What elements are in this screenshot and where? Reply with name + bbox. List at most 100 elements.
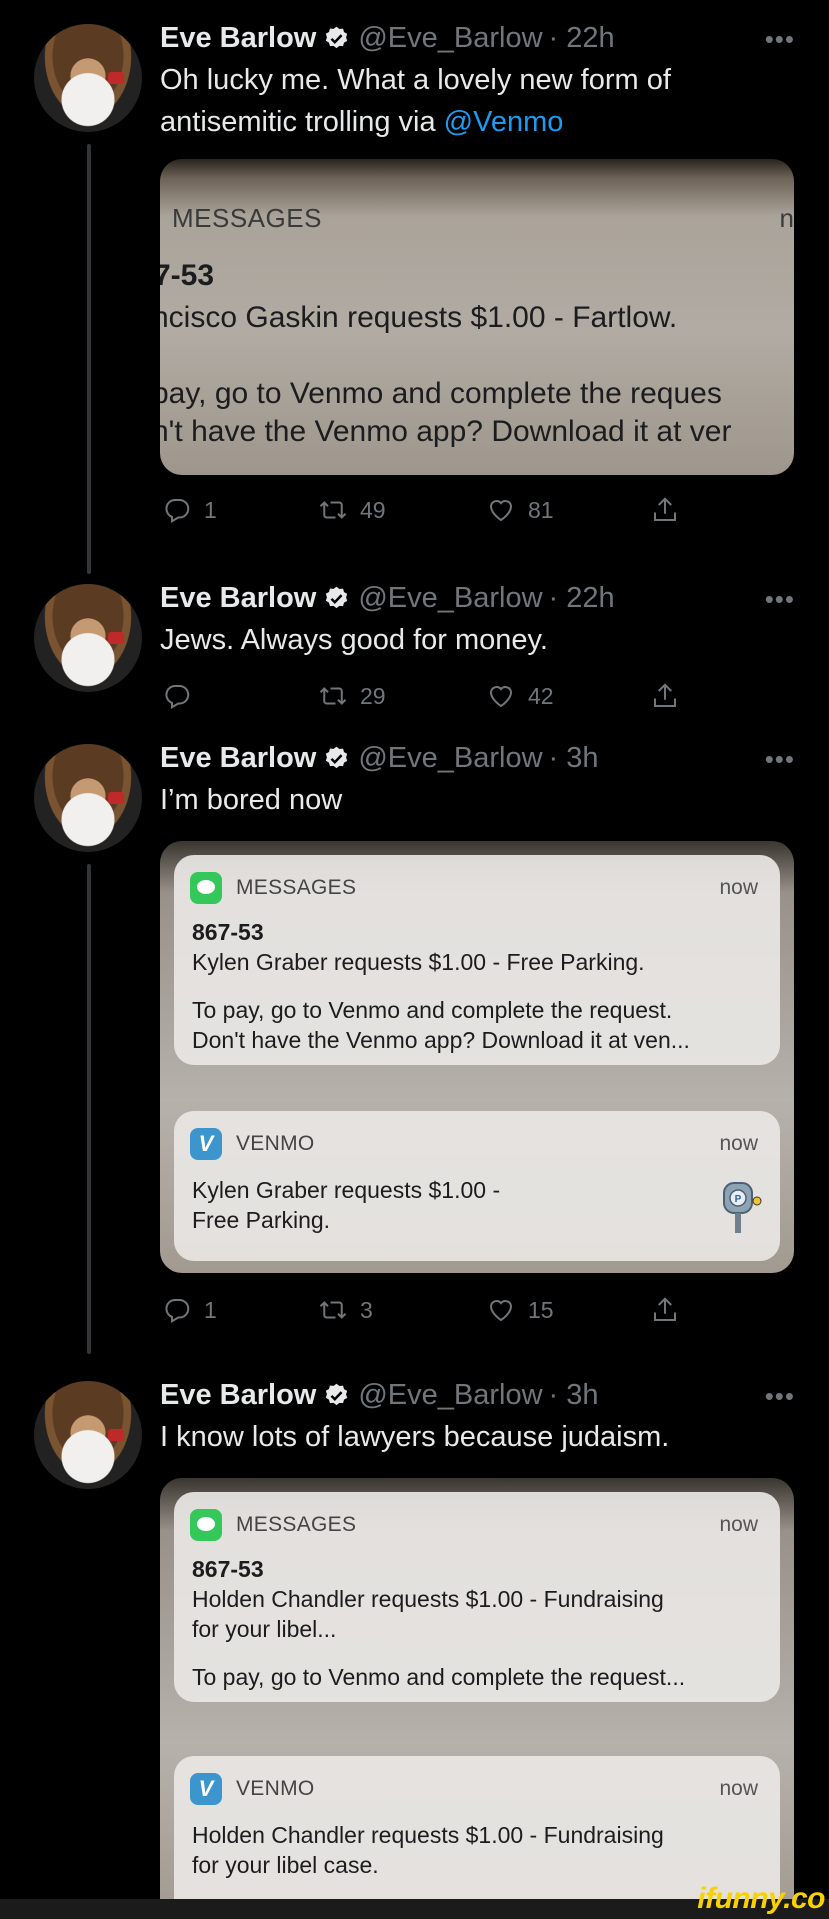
reply-button[interactable] (162, 676, 204, 716)
share-button[interactable] (650, 1290, 692, 1330)
retweet-button[interactable]: 3 (318, 1290, 373, 1330)
notification-sender: 7-53 (160, 259, 215, 292)
notification-body: 867-53 Holden Chandler requests $1.00 - … (192, 1554, 756, 1692)
venmo-notification: V VENMO now Holden Chandler requests $1.… (174, 1756, 780, 1916)
notification-line: Kylen Graber requests $1.00 - Free Parki… (192, 949, 645, 975)
reply-button[interactable]: 1 (162, 1290, 217, 1330)
avatar[interactable] (34, 1381, 142, 1489)
retweet-icon (318, 495, 348, 525)
like-count: 15 (528, 1296, 554, 1323)
like-count: 42 (528, 682, 554, 709)
notification-line: Holden Chandler requests $1.00 - Fundrai… (192, 1586, 664, 1612)
tweet-header: Eve Barlow @Eve_Barlow · 3h (160, 738, 599, 778)
share-button[interactable] (650, 490, 692, 530)
tweet-actions: 1 49 81 (160, 490, 700, 530)
tweet-header: Eve Barlow @Eve_Barlow · 22h (160, 578, 615, 618)
tweet-text: I know lots of lawyers because judaism. (160, 1421, 670, 1453)
notification-line: n't have the Venmo app? Download it at v… (160, 415, 732, 448)
tweet-media[interactable]: MESSAGES n 7-53 ncisco Gaskin requests $… (160, 159, 794, 475)
notification-line: To pay, go to Venmo and complete the req… (192, 1664, 686, 1690)
tweet-time[interactable]: · 3h (549, 1379, 599, 1412)
venmo-app-icon: V (190, 1773, 222, 1805)
notification-line: Holden Chandler requests $1.00 - Fundrai… (192, 1822, 664, 1848)
verified-badge-icon (323, 745, 350, 772)
author-handle[interactable]: @Eve_Barlow (358, 1379, 542, 1412)
tweet-text: Oh lucky me. What a lovely new form of a… (160, 59, 800, 143)
like-button[interactable]: 15 (486, 1290, 554, 1330)
retweet-button[interactable]: 29 (318, 676, 386, 716)
notification-line: for your libel... (192, 1616, 337, 1642)
notification-line: for your libel case. (192, 1852, 379, 1878)
notification-time: now (719, 1513, 758, 1536)
author-name[interactable]: Eve Barlow (160, 742, 316, 775)
notification-app-name: VENMO (236, 1777, 315, 1800)
messages-app-icon (190, 872, 222, 904)
tweet-header: Eve Barlow @Eve_Barlow · 3h (160, 1375, 599, 1415)
more-options-icon[interactable]: ••• (765, 744, 795, 775)
share-icon (650, 495, 680, 525)
retweet-count: 49 (360, 496, 386, 523)
notification-app-name: VENMO (236, 1132, 315, 1155)
author-handle[interactable]: @Eve_Barlow (358, 742, 542, 775)
tweet-actions: 1 3 15 (160, 1290, 700, 1330)
author-handle[interactable]: @Eve_Barlow (358, 22, 542, 55)
tweet-4[interactable]: Eve Barlow @Eve_Barlow · 3h ••• I know l… (0, 1357, 829, 1918)
author-name[interactable]: Eve Barlow (160, 582, 316, 615)
more-options-icon[interactable]: ••• (765, 1381, 795, 1412)
parking-meter-icon: P (723, 1182, 762, 1233)
tweet-header: Eve Barlow @Eve_Barlow · 22h (160, 18, 615, 58)
more-options-icon[interactable]: ••• (765, 24, 795, 55)
tweet-text: I’m bored now (160, 784, 343, 816)
author-name[interactable]: Eve Barlow (160, 1379, 316, 1412)
more-options-icon[interactable]: ••• (765, 584, 795, 615)
thread-line (87, 144, 91, 574)
tweet-time[interactable]: · 3h (549, 742, 599, 775)
venmo-notification: V VENMO now Kylen Graber requests $1.00 … (174, 1111, 780, 1261)
notification-app-name: MESSAGES (236, 876, 357, 899)
notification-app-name: MESSAGES (172, 203, 322, 233)
author-handle[interactable]: @Eve_Barlow (358, 582, 542, 615)
notification-body: 867-53 Kylen Graber requests $1.00 - Fre… (192, 917, 756, 1055)
avatar[interactable] (34, 744, 142, 852)
notification-body: Holden Chandler requests $1.00 - Fundrai… (192, 1820, 756, 1880)
author-name[interactable]: Eve Barlow (160, 22, 316, 55)
tweet-time[interactable]: · 22h (549, 582, 615, 615)
svg-text:P: P (735, 1194, 742, 1205)
share-button[interactable] (650, 676, 692, 716)
tweet-media[interactable]: MESSAGES now 867-53 Kylen Graber request… (160, 841, 794, 1273)
mention-link[interactable]: @Venmo (444, 106, 564, 138)
messages-app-icon (190, 1509, 222, 1541)
tweet-time[interactable]: · 22h (549, 22, 615, 55)
reply-button[interactable]: 1 (162, 490, 217, 530)
share-icon (650, 1295, 680, 1325)
like-icon (486, 495, 516, 525)
like-icon (486, 681, 516, 711)
retweet-button[interactable]: 49 (318, 490, 386, 530)
notification-sender: 867-53 (192, 919, 264, 945)
tweet-2[interactable]: Eve Barlow @Eve_Barlow · 22h ••• Jews. A… (0, 560, 829, 720)
notification-time: now (719, 1132, 758, 1155)
messages-notification: MESSAGES now 867-53 Holden Chandler requ… (174, 1492, 780, 1702)
tweet-1[interactable]: Eve Barlow @Eve_Barlow · 22h ••• Oh luck… (0, 0, 829, 574)
retweet-icon (318, 1295, 348, 1325)
reply-icon (162, 1295, 192, 1325)
notification-line: To pay, go to Venmo and complete the req… (192, 997, 673, 1023)
tweet-3[interactable]: Eve Barlow @Eve_Barlow · 3h ••• I’m bore… (0, 720, 829, 1360)
retweet-icon (318, 681, 348, 711)
like-button[interactable]: 42 (486, 676, 554, 716)
notification-line: Free Parking. (192, 1207, 331, 1233)
reply-icon (162, 681, 192, 711)
notification-app-name: MESSAGES (236, 1513, 357, 1536)
reply-count: 1 (204, 496, 217, 523)
like-button[interactable]: 81 (486, 490, 554, 530)
avatar[interactable] (34, 24, 142, 132)
notification-line: Kylen Graber requests $1.00 - (192, 1177, 501, 1203)
ifunny-watermark: ifunny.co (697, 1882, 825, 1915)
notification-header: MESSAGES now (190, 872, 758, 904)
notification-time: now (719, 876, 758, 899)
avatar[interactable] (34, 584, 142, 692)
messages-notification: MESSAGES now 867-53 Kylen Graber request… (174, 855, 780, 1065)
tweet-media[interactable]: MESSAGES now 867-53 Holden Chandler requ… (160, 1478, 794, 1918)
notification-header: MESSAGES now (190, 1509, 758, 1541)
notification-header: V VENMO now (190, 1773, 758, 1805)
